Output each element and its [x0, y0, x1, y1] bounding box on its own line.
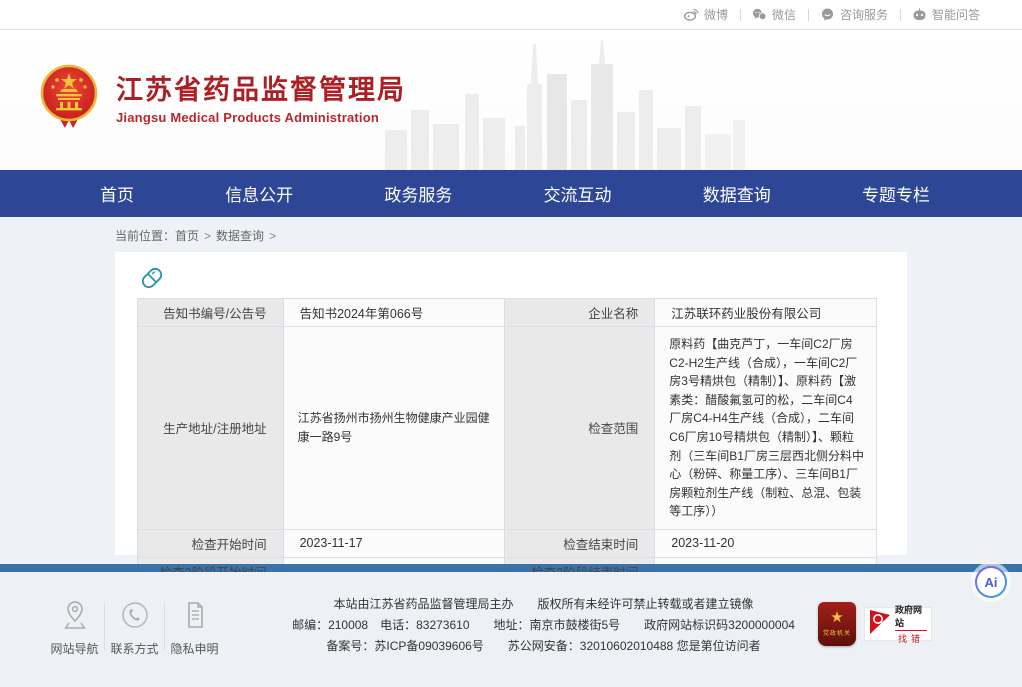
- field-label: 生产地址/注册地址: [138, 327, 284, 530]
- nav-item-home[interactable]: 首页: [100, 181, 134, 206]
- wechat-icon: [752, 8, 767, 21]
- footer-divider: [164, 604, 165, 650]
- field-value: 江苏省扬州市扬州生物健康产业园健康一路9号: [283, 327, 505, 530]
- breadcrumb-current-link[interactable]: 数据查询: [216, 229, 264, 243]
- main-navigation: 首页 信息公开 政务服务 交流互动 数据查询 专题专栏: [0, 170, 1022, 217]
- breadcrumb-home-link[interactable]: 首页: [175, 229, 199, 243]
- contact-link[interactable]: 联系方式: [106, 600, 163, 657]
- footer-line-sponsor: 本站由江苏省药品监督管理局主办 版权所有未经许可禁止转载或者建立镜像: [291, 594, 796, 615]
- field-value: 江苏联环药业股份有限公司: [655, 299, 877, 327]
- field-label: 检查范围: [505, 327, 655, 530]
- nav-item-info-disclosure[interactable]: 信息公开: [225, 181, 293, 206]
- site-title: 江苏省药品监督管理局: [116, 74, 406, 106]
- site-header: 江苏省药品监督管理局 Jiangsu Medical Products Admi…: [0, 30, 1022, 170]
- site-nav-link[interactable]: 网站导航: [46, 600, 103, 657]
- footer-badges: ★ 党政机关 政府网站 找错: [818, 602, 932, 646]
- field-value: 原料药【曲克芦丁，一车间C2厂房C2-H2生产线（合成），一车间C2厂房3号精烘…: [655, 327, 877, 530]
- field-label: 检查结束时间: [505, 529, 655, 557]
- table-row: 检查开始时间 2023-11-17 检查结束时间 2023-11-20: [138, 529, 877, 557]
- footer-quick-links: 网站导航 联系方式 隐私申明: [46, 600, 223, 657]
- footer-line-contact: 邮编：210008 电话：83273610 地址：南京市鼓楼街5号 政府网站标识…: [291, 615, 796, 636]
- smart-qa-link[interactable]: 智能问答: [900, 6, 992, 23]
- consult-service-link[interactable]: 咨询服务: [808, 6, 900, 23]
- table-row: 生产地址/注册地址 江苏省扬州市扬州生物健康产业园健康一路9号 检查范围 原料药…: [138, 327, 877, 530]
- field-label: 企业名称: [505, 299, 655, 327]
- gov-badge-star-icon: ★: [830, 611, 843, 625]
- field-label: 告知书编号/公告号: [138, 299, 284, 327]
- footer-divider-bar: [0, 564, 1022, 572]
- privacy-label: 隐私申明: [170, 640, 218, 657]
- table-row: 告知书编号/公告号 告知书2024年第066号 企业名称 江苏联环药业股份有限公…: [138, 299, 877, 327]
- footer-line-icp: 备案号：苏ICP备09039606号 苏公网安备：32010602010488 …: [291, 636, 796, 657]
- chat-bubble-icon: [820, 8, 835, 21]
- content-area: 当前位置：首页 > 数据查询 > 告知书编号/公告号 告知书2024年第066号 企业…: [0, 217, 1022, 564]
- document-icon: [181, 600, 209, 633]
- field-value: 2023-11-20: [655, 529, 877, 557]
- pill-capsule-icon: [137, 263, 167, 298]
- breadcrumb: 当前位置：首页 > 数据查询 >: [115, 226, 1022, 252]
- privacy-link[interactable]: 隐私申明: [166, 600, 223, 657]
- nav-item-interaction[interactable]: 交流互动: [544, 181, 612, 206]
- phone-icon: [121, 600, 149, 633]
- breadcrumb-separator-2: >: [269, 229, 276, 243]
- record-detail-card: 告知书编号/公告号 告知书2024年第066号 企业名称 江苏联环药业股份有限公…: [115, 252, 907, 555]
- map-pin-icon: [61, 600, 89, 633]
- contact-label: 联系方式: [110, 640, 158, 657]
- city-skyline-graphic: [385, 34, 745, 170]
- weibo-link[interactable]: 微博: [672, 6, 740, 23]
- error-badge-top-label: 政府网站: [895, 603, 927, 631]
- weibo-icon: [684, 8, 699, 21]
- field-value: 2023-11-17: [283, 529, 505, 557]
- weibo-label: 微博: [704, 6, 728, 23]
- nav-item-data-query[interactable]: 数据查询: [703, 181, 771, 206]
- footer-info-text: 本站由江苏省药品监督管理局主办 版权所有未经许可禁止转载或者建立镜像 邮编：21…: [291, 594, 796, 657]
- wechat-label: 微信: [772, 6, 796, 23]
- magnifier-icon: [869, 609, 891, 640]
- top-utility-bar: 微博 微信 咨询服务 智能问答: [0, 0, 1022, 30]
- robot-icon: [912, 8, 927, 21]
- site-nav-label: 网站导航: [50, 640, 98, 657]
- smart-qa-label: 智能问答: [932, 6, 980, 23]
- national-emblem-logo: [40, 64, 98, 135]
- gov-agency-badge[interactable]: ★ 党政机关: [818, 602, 856, 646]
- nav-item-gov-services[interactable]: 政务服务: [384, 181, 452, 206]
- website-error-report-badge[interactable]: 政府网站 找错: [864, 607, 932, 641]
- breadcrumb-separator: >: [204, 229, 211, 243]
- site-footer: 网站导航 联系方式 隐私申明 本站由江苏省药品监督管理局主办 版权所有未经许可禁…: [0, 572, 1022, 687]
- consult-service-label: 咨询服务: [840, 6, 888, 23]
- field-label: 检查开始时间: [138, 529, 284, 557]
- error-badge-bottom-label: 找错: [898, 632, 924, 645]
- field-value: 告知书2024年第066号: [283, 299, 505, 327]
- ai-assistant-button[interactable]: Ai: [975, 566, 1007, 598]
- nav-item-special-topics[interactable]: 专题专栏: [862, 181, 930, 206]
- footer-divider: [104, 604, 105, 650]
- wechat-link[interactable]: 微信: [740, 6, 808, 23]
- gov-badge-label: 党政机关: [823, 628, 851, 637]
- site-subtitle: Jiangsu Medical Products Administration: [116, 110, 406, 125]
- breadcrumb-prefix: 当前位置：: [115, 229, 175, 243]
